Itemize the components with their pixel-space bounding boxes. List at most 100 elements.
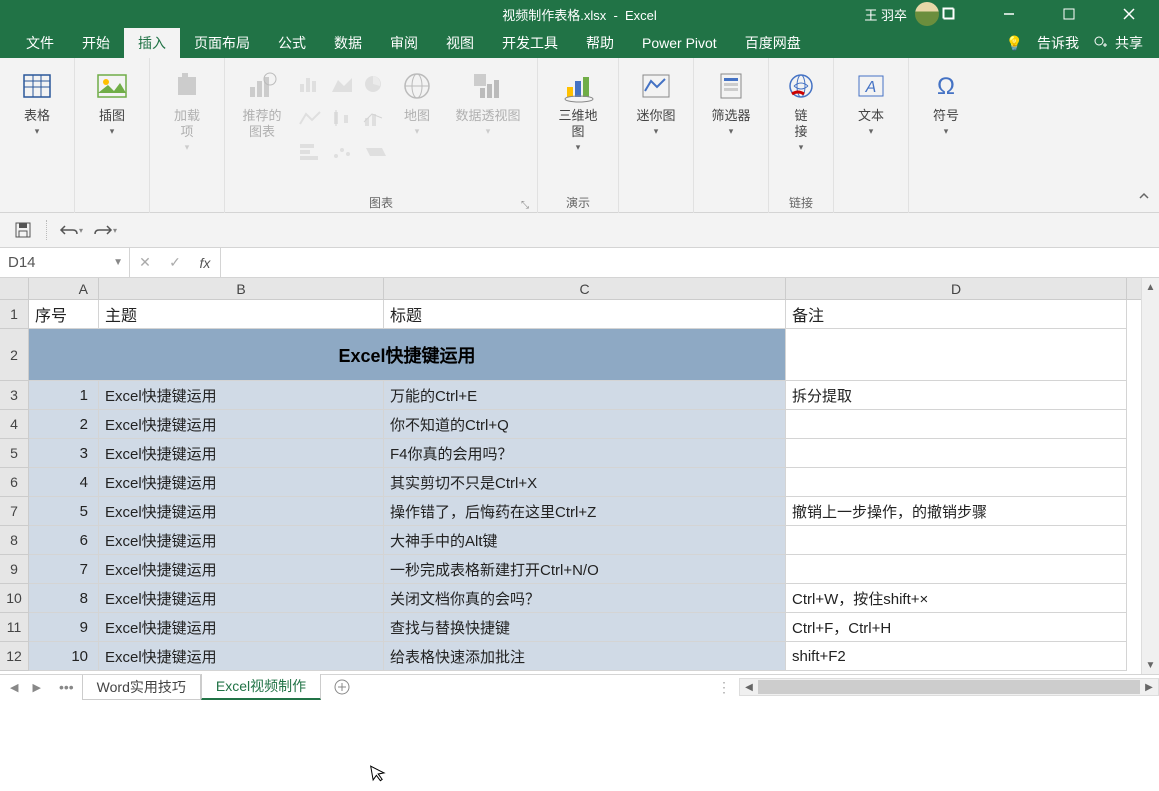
- horizontal-scrollbar[interactable]: ◀ ▶: [739, 678, 1159, 696]
- tab-insert[interactable]: 插入: [124, 28, 180, 58]
- row-header[interactable]: 10: [0, 584, 28, 613]
- close-button[interactable]: [1099, 0, 1159, 28]
- sheet-nav-next[interactable]: ▶: [32, 681, 40, 694]
- row-header[interactable]: 7: [0, 497, 28, 526]
- cell[interactable]: Excel快捷键运用: [99, 526, 384, 555]
- cell[interactable]: 9: [29, 613, 99, 642]
- add-sheet-button[interactable]: [327, 679, 357, 695]
- cell[interactable]: [786, 555, 1127, 584]
- cell[interactable]: 操作错了，后悔药在这里Ctrl+Z: [384, 497, 786, 526]
- tab-formula[interactable]: 公式: [264, 28, 320, 58]
- ribbon-options-button[interactable]: [919, 0, 979, 28]
- worksheet-grid[interactable]: A B C D 1 2 3 4 5 6 7 8 9 10 11 12 序号 主题…: [0, 278, 1159, 674]
- scroll-down-button[interactable]: ▼: [1142, 656, 1159, 674]
- tab-review[interactable]: 审阅: [376, 28, 432, 58]
- fx-button[interactable]: fx: [190, 255, 220, 271]
- cell[interactable]: 3: [29, 439, 99, 468]
- chart-surface-button[interactable]: [359, 136, 391, 168]
- sheet-tab-excel[interactable]: Excel视频制作: [201, 674, 321, 700]
- cell[interactable]: [786, 468, 1127, 497]
- scroll-left-button[interactable]: ◀: [740, 682, 758, 693]
- enter-formula-button[interactable]: ✓: [160, 254, 190, 271]
- map3d-button[interactable]: 三维地 图▾: [542, 64, 614, 179]
- merged-title-cell[interactable]: Excel快捷键运用: [29, 329, 786, 381]
- redo-button[interactable]: ▾: [90, 217, 120, 243]
- cell[interactable]: Excel快捷键运用: [99, 497, 384, 526]
- cell[interactable]: Excel快捷键运用: [99, 584, 384, 613]
- cell[interactable]: Excel快捷键运用: [99, 410, 384, 439]
- cell[interactable]: 备注: [786, 300, 1127, 329]
- cell[interactable]: 1: [29, 381, 99, 410]
- select-all-corner[interactable]: [0, 278, 29, 300]
- cell[interactable]: Excel快捷键运用: [99, 381, 384, 410]
- tab-baidu[interactable]: 百度网盘: [731, 28, 815, 58]
- cell[interactable]: 主题: [99, 300, 384, 329]
- chart-scatter-button[interactable]: [327, 136, 359, 168]
- cell[interactable]: [786, 410, 1127, 439]
- cell[interactable]: 4: [29, 468, 99, 497]
- cell[interactable]: 一秒完成表格新建打开Ctrl+N/O: [384, 555, 786, 584]
- map-button[interactable]: 地图▾: [391, 64, 443, 179]
- table-button[interactable]: 表格▾: [4, 64, 70, 179]
- cell[interactable]: 拆分提取: [786, 381, 1127, 410]
- tab-home[interactable]: 开始: [68, 28, 124, 58]
- row-header[interactable]: 4: [0, 410, 28, 439]
- cell[interactable]: 10: [29, 642, 99, 671]
- pivotchart-button[interactable]: 数据透视图▾: [443, 64, 533, 179]
- cell[interactable]: [786, 526, 1127, 555]
- tab-help[interactable]: 帮助: [572, 28, 628, 58]
- col-header[interactable]: A: [29, 278, 99, 299]
- chart-pie-button[interactable]: [359, 68, 391, 100]
- recommended-charts-button[interactable]: 推荐的 图表: [229, 64, 295, 179]
- undo-button[interactable]: ▾: [56, 217, 86, 243]
- cell[interactable]: 撤销上一步操作，的撤销步骤: [786, 497, 1127, 526]
- cancel-formula-button[interactable]: ✕: [130, 254, 160, 271]
- cell[interactable]: [786, 439, 1127, 468]
- share-button[interactable]: 共享: [1093, 33, 1143, 53]
- chart-stat-button[interactable]: [327, 102, 359, 134]
- cell[interactable]: Excel快捷键运用: [99, 439, 384, 468]
- row-header[interactable]: 12: [0, 642, 28, 671]
- cell[interactable]: 5: [29, 497, 99, 526]
- cell[interactable]: 6: [29, 526, 99, 555]
- maximize-button[interactable]: [1039, 0, 1099, 28]
- cell[interactable]: [786, 329, 1127, 381]
- row-header[interactable]: 3: [0, 381, 28, 410]
- tab-layout[interactable]: 页面布局: [180, 28, 264, 58]
- tellme-button[interactable]: 告诉我: [1037, 33, 1079, 53]
- cell[interactable]: Ctrl+F，Ctrl+H: [786, 613, 1127, 642]
- name-box[interactable]: D14▼: [0, 248, 130, 277]
- symbol-button[interactable]: Ω 符号▾: [913, 64, 979, 179]
- cell[interactable]: 大神手中的Alt键: [384, 526, 786, 555]
- sheet-overflow[interactable]: •••: [51, 679, 82, 695]
- cell[interactable]: F4你真的会用吗？: [384, 439, 786, 468]
- vertical-scrollbar[interactable]: ▲ ▼: [1141, 278, 1159, 674]
- illustration-button[interactable]: 插图▾: [79, 64, 145, 179]
- cell[interactable]: 你不知道的Ctrl+Q: [384, 410, 786, 439]
- scroll-right-button[interactable]: ▶: [1140, 682, 1158, 693]
- cell[interactable]: 7: [29, 555, 99, 584]
- cell[interactable]: shift+F2: [786, 642, 1127, 671]
- sheet-nav-prev[interactable]: ◀: [10, 681, 18, 694]
- minimize-button[interactable]: [979, 0, 1039, 28]
- cell[interactable]: 序号: [29, 300, 99, 329]
- link-button[interactable]: 链 接▾: [773, 64, 829, 179]
- cell[interactable]: Ctrl+W，按住shift+×: [786, 584, 1127, 613]
- col-header[interactable]: C: [384, 278, 786, 299]
- chart-combo-button[interactable]: [359, 102, 391, 134]
- tab-powerpivot[interactable]: Power Pivot: [628, 28, 731, 58]
- row-header[interactable]: 5: [0, 439, 28, 468]
- slicer-button[interactable]: 筛选器▾: [698, 64, 764, 179]
- cell[interactable]: Excel快捷键运用: [99, 613, 384, 642]
- chart-line-button[interactable]: [295, 102, 327, 134]
- cell[interactable]: 8: [29, 584, 99, 613]
- chart-bar-button[interactable]: [295, 68, 327, 100]
- cell[interactable]: 标题: [384, 300, 786, 329]
- cell[interactable]: 关闭文档你真的会吗？: [384, 584, 786, 613]
- col-header[interactable]: B: [99, 278, 384, 299]
- collapse-ribbon-button[interactable]: [1137, 189, 1151, 208]
- cell[interactable]: 查找与替换快捷键: [384, 613, 786, 642]
- row-header[interactable]: 2: [0, 329, 28, 381]
- sparkline-button[interactable]: 迷你图▾: [623, 64, 689, 179]
- text-button[interactable]: A 文本▾: [838, 64, 904, 179]
